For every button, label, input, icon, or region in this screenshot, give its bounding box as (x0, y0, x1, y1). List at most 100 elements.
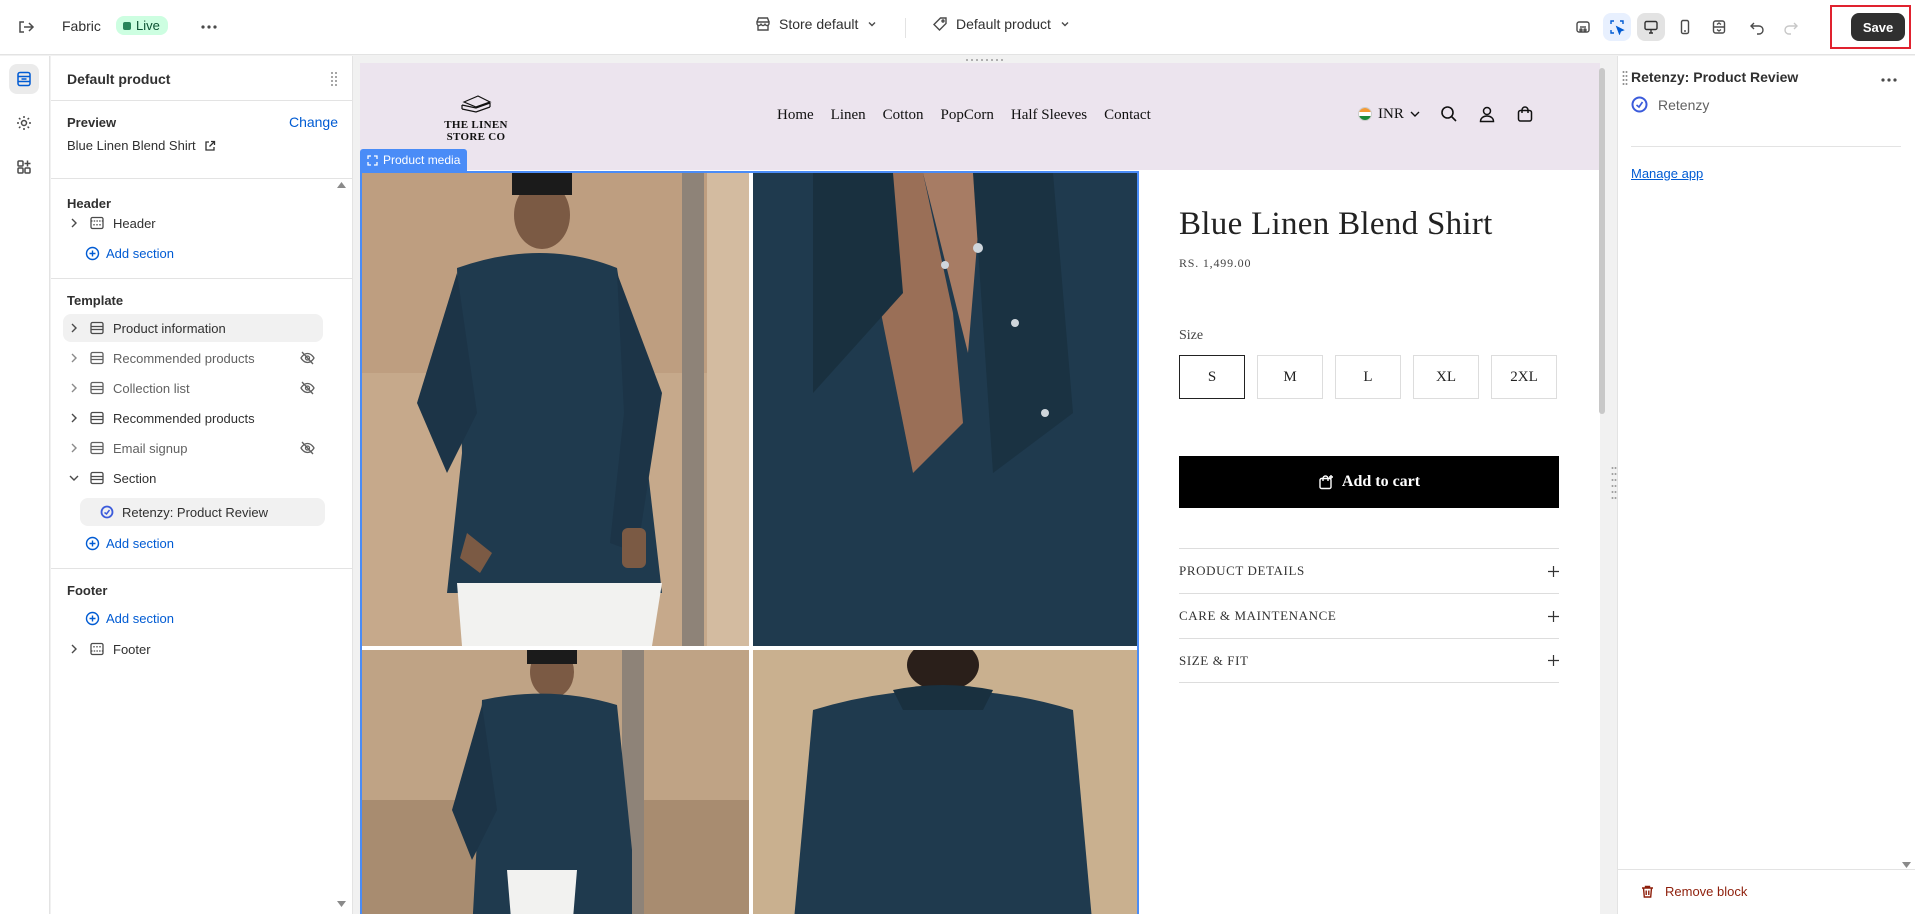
section-icon (89, 380, 107, 396)
remove-block-button[interactable]: Remove block (1640, 884, 1747, 899)
plus-circle-icon (85, 246, 100, 260)
product-media-tag[interactable]: Product media (360, 149, 468, 171)
redo-icon[interactable] (1777, 13, 1805, 41)
undo-icon[interactable] (1743, 13, 1771, 41)
nav-link-half-sleeves[interactable]: Half Sleeves (1011, 107, 1087, 124)
nav-link-cotton[interactable]: Cotton (883, 107, 924, 124)
product-photo-back[interactable] (753, 650, 1137, 914)
size-option-s[interactable]: S (1179, 355, 1245, 399)
product-photo-front[interactable] (362, 173, 749, 646)
panel-title: Default product (67, 71, 171, 87)
tree-item-recommended-products[interactable]: Recommended products (63, 344, 323, 372)
drag-handle-icon[interactable] (1622, 70, 1628, 89)
cart-plus-icon (1319, 475, 1333, 490)
product-media-gallery[interactable] (360, 171, 1139, 914)
preview-scrollbar[interactable] (1599, 68, 1605, 414)
hidden-eye-icon[interactable] (300, 441, 315, 458)
sections-icon[interactable] (9, 64, 39, 94)
search-icon[interactable] (1440, 105, 1458, 123)
chevron-right-icon[interactable] (67, 353, 81, 363)
nav-link-home[interactable]: Home (777, 107, 814, 124)
save-button[interactable]: Save (1851, 13, 1905, 41)
preview-product-link[interactable]: Blue Linen Blend Shirt (67, 138, 216, 153)
divider (1631, 146, 1901, 147)
template-selector[interactable]: Default product (932, 16, 1071, 32)
accordion-product-details[interactable]: PRODUCT DETAILS (1179, 548, 1559, 593)
chevron-right-icon[interactable] (67, 413, 81, 423)
chevron-right-icon[interactable] (67, 383, 81, 393)
add-to-cart-button[interactable]: Add to cart (1179, 456, 1559, 508)
toolbar-icons (1569, 13, 1805, 41)
plus-icon (1548, 610, 1559, 622)
exit-icon[interactable] (14, 15, 38, 39)
tree-item-recommended-products-2[interactable]: Recommended products (63, 404, 323, 432)
footer-section-icon (89, 641, 107, 657)
tree-item-section[interactable]: Section (63, 464, 323, 492)
tree-item-product-information[interactable]: Product information (63, 314, 323, 342)
size-option-l[interactable]: L (1335, 355, 1401, 399)
drag-handle-icon[interactable] (330, 71, 338, 90)
change-preview-link[interactable]: Change (289, 114, 338, 130)
live-badge: Live (116, 16, 168, 35)
footer-group-label: Footer (67, 583, 108, 598)
hidden-eye-icon[interactable] (300, 351, 315, 368)
nav-link-popcorn[interactable]: PopCorn (941, 107, 994, 124)
nav-link-linen[interactable]: Linen (831, 107, 866, 124)
section-icon (89, 440, 107, 456)
settings-gear-icon[interactable] (9, 108, 39, 138)
apps-icon[interactable] (9, 152, 39, 182)
divider (51, 178, 353, 179)
scroll-down-icon[interactable] (337, 895, 346, 910)
app-embed-icon[interactable] (1569, 13, 1597, 41)
chevron-right-icon[interactable] (67, 218, 81, 228)
chevron-right-icon[interactable] (67, 644, 81, 654)
block-more-actions-icon[interactable] (1881, 70, 1897, 85)
store-logo[interactable]: THE LINEN STORE CO (438, 93, 514, 143)
scroll-up-icon[interactable] (337, 176, 346, 191)
add-section-header[interactable]: Add section (85, 241, 174, 265)
more-actions-icon[interactable] (196, 15, 222, 39)
tree-item-collection-list[interactable]: Collection list (63, 374, 323, 402)
inspector-icon[interactable] (1603, 13, 1631, 41)
add-section-template[interactable]: Add section (85, 531, 174, 555)
tree-item-footer[interactable]: Footer (63, 635, 323, 663)
tag-icon (933, 17, 947, 31)
product-photo-closeup[interactable] (753, 173, 1137, 646)
tree-item-email-signup[interactable]: Email signup (63, 434, 323, 462)
store-icon (756, 17, 770, 31)
account-icon[interactable] (1478, 105, 1496, 123)
app-source: Retenzy (1631, 96, 1709, 113)
size-option-m[interactable]: M (1257, 355, 1323, 399)
accordion-care-maintenance[interactable]: CARE & MAINTENANCE (1179, 593, 1559, 638)
hidden-eye-icon[interactable] (300, 381, 315, 398)
chevron-down-icon[interactable] (67, 474, 81, 482)
plus-circle-icon (85, 611, 100, 625)
left-rail (0, 56, 50, 914)
add-section-footer[interactable]: Add section (85, 606, 174, 630)
store-selector[interactable]: Store default (755, 16, 878, 32)
size-option-2xl[interactable]: 2XL (1491, 355, 1557, 399)
nav-link-contact[interactable]: Contact (1104, 107, 1151, 124)
desktop-view-icon[interactable] (1637, 13, 1665, 41)
theme-name: Fabric (62, 18, 101, 34)
chevron-down-icon (1410, 111, 1420, 117)
cart-bag-icon[interactable] (1516, 105, 1534, 123)
books-logo-icon (461, 95, 492, 113)
currency-selector[interactable]: INR (1358, 106, 1420, 123)
accordion-size-fit[interactable]: SIZE & FIT (1179, 638, 1559, 683)
chevron-down-icon (868, 22, 876, 27)
toolbar-divider (905, 18, 906, 38)
product-photo-front-2[interactable] (362, 650, 749, 914)
manage-app-link[interactable]: Manage app (1631, 166, 1703, 181)
mobile-view-icon[interactable] (1671, 13, 1699, 41)
tree-item-header[interactable]: Header (63, 209, 323, 237)
size-option-xl[interactable]: XL (1413, 355, 1479, 399)
section-icon (89, 410, 107, 426)
block-title: Retenzy: Product Review (1631, 69, 1799, 85)
full-width-icon[interactable] (1705, 13, 1733, 41)
store-preview: THE LINEN STORE CO Home Linen Cotton Pop… (360, 63, 1600, 914)
chevron-right-icon[interactable] (67, 443, 81, 453)
chevron-right-icon[interactable] (67, 323, 81, 333)
tree-item-retenzy-product-review[interactable]: Retenzy: Product Review (80, 498, 325, 526)
canvas-resize-handle[interactable] (964, 54, 1006, 65)
